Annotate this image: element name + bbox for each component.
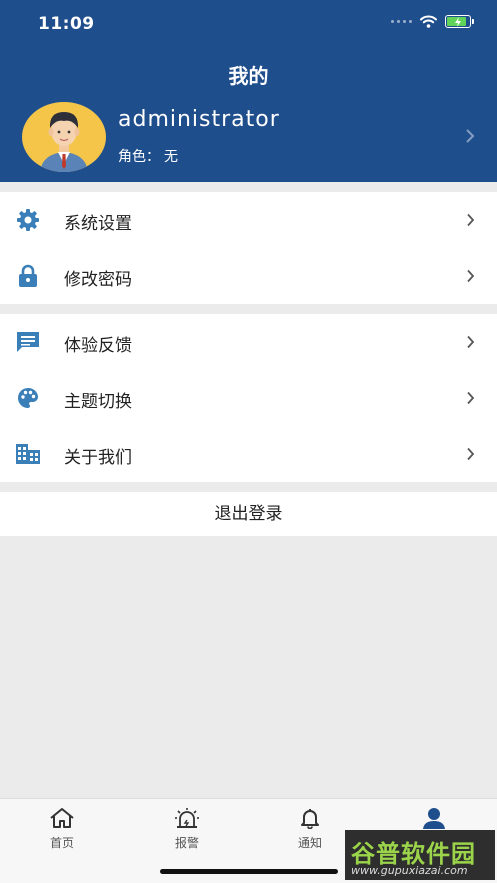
tab-label: 报警 — [174, 836, 199, 850]
menu-label: 体验反馈 — [64, 336, 132, 356]
tab-notifications[interactable]: 通知 — [270, 807, 350, 851]
battery-icon — [445, 15, 474, 28]
role-line: 角色： 无 — [118, 146, 178, 166]
watermark-url: www.gupuxiazai.com — [351, 864, 468, 877]
chevron-right-icon — [467, 391, 475, 405]
menu-group-account: 系统设置 修改密码 — [0, 192, 497, 304]
tab-label: 通知 — [297, 836, 322, 850]
tab-home[interactable]: 首页 — [22, 807, 102, 851]
signal-icon — [391, 20, 412, 23]
chevron-right-icon — [467, 269, 475, 283]
status-bar: 11:09 — [0, 0, 497, 46]
menu-item-system-settings[interactable]: 系统设置 — [0, 192, 497, 248]
tab-label: 首页 — [49, 836, 74, 850]
status-time: 11:09 — [38, 14, 95, 34]
menu-item-feedback[interactable]: 体验反馈 — [0, 314, 497, 370]
building-icon — [15, 442, 41, 466]
menu-label: 系统设置 — [64, 214, 132, 234]
menu-item-change-password[interactable]: 修改密码 — [0, 248, 497, 304]
menu-item-theme[interactable]: 主题切换 — [0, 370, 497, 426]
chevron-right-icon — [467, 447, 475, 461]
home-indicator — [160, 869, 338, 874]
avatar — [22, 102, 106, 172]
status-icons — [391, 15, 474, 28]
role-value: 无 — [164, 149, 178, 165]
wifi-icon — [420, 15, 437, 28]
menu-item-about-us[interactable]: 关于我们 — [0, 426, 497, 482]
bell-icon — [270, 807, 350, 831]
header: 11:09 我的 administrator 角色： 无 — [0, 0, 497, 182]
profile-card[interactable]: administrator 角色： 无 — [0, 100, 497, 176]
chevron-right-icon — [467, 335, 475, 349]
message-icon — [15, 330, 41, 354]
menu-label: 关于我们 — [64, 448, 132, 468]
home-icon — [22, 807, 102, 831]
role-label: 角色： — [118, 149, 160, 165]
menu-label: 修改密码 — [64, 270, 132, 290]
logout-button[interactable]: 退出登录 — [0, 492, 497, 536]
chevron-right-icon — [466, 129, 475, 143]
watermark: 谷普软件园 www.gupuxiazai.com — [345, 830, 495, 880]
page-title: 我的 — [228, 64, 269, 88]
menu-group-general: 体验反馈 主题切换 关于我们 — [0, 314, 497, 482]
menu-label: 主题切换 — [64, 392, 132, 412]
lock-icon — [15, 264, 41, 288]
palette-icon — [15, 386, 41, 410]
gear-icon — [15, 208, 41, 232]
tab-alarm[interactable]: 报警 — [147, 807, 227, 851]
username: administrator — [118, 107, 280, 132]
alarm-icon — [147, 807, 227, 831]
chevron-right-icon — [467, 213, 475, 227]
person-icon — [394, 807, 474, 831]
